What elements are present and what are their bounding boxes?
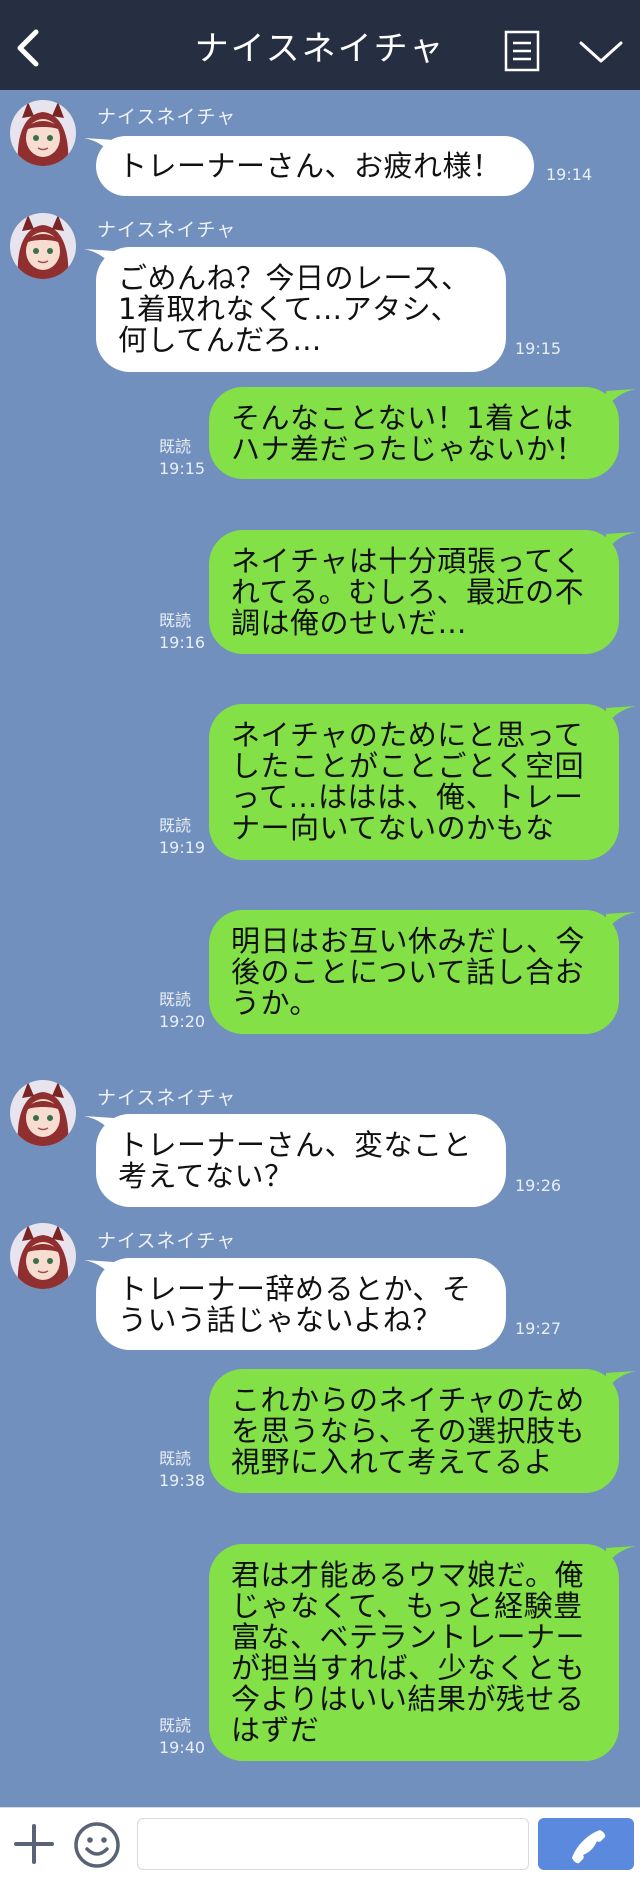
message-time: 19:20	[159, 1012, 206, 1031]
read-receipt: 既読	[159, 1716, 192, 1735]
phone-icon	[572, 1830, 606, 1864]
message-time: 19:14	[546, 165, 593, 184]
smiley-icon[interactable]	[72, 1820, 122, 1870]
message-time: 19:26	[515, 1176, 562, 1195]
message-composer	[0, 1807, 640, 1879]
avatar[interactable]	[10, 213, 76, 279]
plus-icon[interactable]	[12, 1822, 56, 1866]
message-list[interactable]: ナイスネイチャ トレーナーさん、お疲れ様！ 19:14 ナイスネイチャ ごめんね…	[0, 90, 640, 1807]
bubble-tail	[606, 912, 636, 932]
message-bubble[interactable]: トレーナーさん、お疲れ様！	[96, 136, 534, 196]
message-bubble[interactable]: ネイチャは十分頑張ってくれてる。むしろ、最近の不調は俺のせいだ…	[209, 530, 619, 654]
bubble-tail	[606, 1371, 636, 1391]
message-input[interactable]	[137, 1818, 529, 1870]
avatar[interactable]	[10, 1080, 76, 1146]
avatar[interactable]	[10, 1223, 76, 1289]
chevron-left-icon[interactable]	[14, 28, 44, 68]
chat-header: ナイスネイチャ	[0, 0, 640, 90]
chevron-down-icon[interactable]	[578, 38, 624, 66]
bubble-tail	[606, 389, 636, 409]
read-receipt: 既読	[159, 437, 192, 456]
message-time: 19:40	[159, 1738, 206, 1757]
message-bubble[interactable]: 明日はお互い休みだし、今後のことについて話し合おうか。	[209, 910, 619, 1034]
message-time: 19:15	[159, 459, 206, 478]
avatar[interactable]	[10, 100, 76, 166]
message-bubble[interactable]: そんなことない！1着とはハナ差だったじゃないか！	[209, 387, 619, 479]
call-button[interactable]	[538, 1818, 634, 1870]
message-bubble[interactable]: これからのネイチャのためを思うなら、その選択肢も視野に入れて考えてるよ	[209, 1369, 619, 1493]
message-bubble[interactable]: ネイチャのためにと思ってしたことがことごとく空回って…ははは、俺、トレーナー向い…	[209, 704, 619, 860]
sender-name: ナイスネイチャ	[97, 1087, 237, 1109]
read-receipt: 既読	[159, 611, 192, 630]
message-time: 19:38	[159, 1471, 206, 1490]
read-receipt: 既読	[159, 990, 192, 1009]
message-bubble[interactable]: トレーナーさん、変なこと考えてない？	[96, 1114, 506, 1207]
read-receipt: 既読	[159, 816, 192, 835]
bubble-tail	[606, 1546, 636, 1566]
chat-title: ナイスネイチャ	[194, 28, 446, 69]
message-bubble[interactable]: 君は才能あるウマ娘だ。俺じゃなくて、もっと経験豊富な、ベテラントレーナーが担当す…	[209, 1544, 619, 1761]
sender-name: ナイスネイチャ	[97, 219, 237, 241]
message-time: 19:16	[159, 633, 206, 652]
read-receipt: 既読	[159, 1449, 192, 1468]
sender-name: ナイスネイチャ	[97, 106, 237, 128]
bubble-tail	[606, 532, 636, 552]
note-list-icon[interactable]	[504, 30, 540, 72]
message-time: 19:27	[515, 1319, 562, 1338]
bubble-tail	[606, 706, 636, 726]
message-bubble[interactable]: ごめんね？今日のレース、1着取れなくて…アタシ、何してんだろ…	[96, 247, 506, 372]
message-bubble[interactable]: トレーナー辞めるとか、そういう話じゃないよね？	[96, 1258, 506, 1350]
message-time: 19:19	[159, 838, 206, 857]
sender-name: ナイスネイチャ	[97, 1230, 237, 1252]
message-time: 19:15	[515, 339, 562, 358]
